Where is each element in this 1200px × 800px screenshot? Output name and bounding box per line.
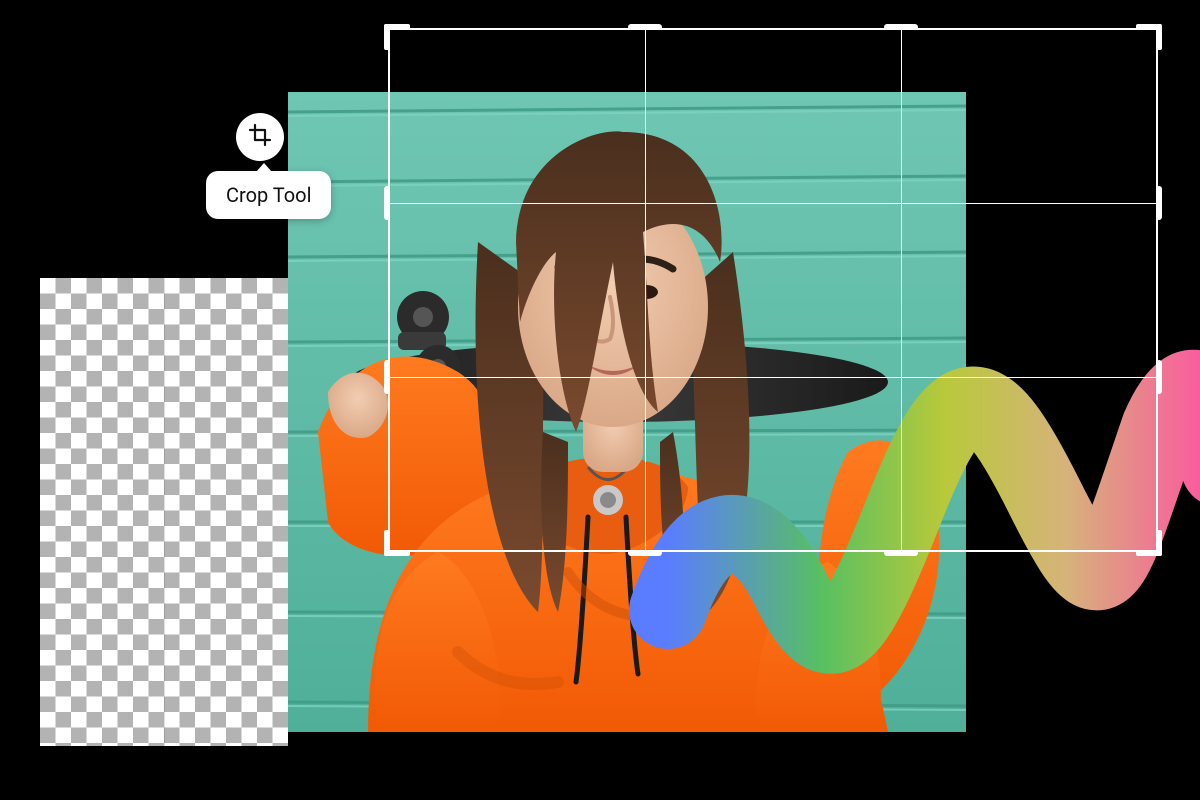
crop-grid-line: [645, 28, 646, 552]
transparency-checkerboard: [40, 278, 288, 746]
crop-handle-bottom[interactable]: [628, 550, 662, 556]
crop-handle-left[interactable]: [384, 186, 390, 220]
crop-grid-line: [388, 377, 1158, 378]
crop-border[interactable]: [388, 28, 1158, 552]
crop-handle-left[interactable]: [384, 360, 390, 394]
tooltip-label: Crop Tool: [226, 183, 311, 207]
crop-handle-top-left[interactable]: [384, 24, 410, 50]
crop-grid-line: [901, 28, 902, 552]
crop-handle-bottom-left[interactable]: [384, 530, 410, 556]
crop-tool-button[interactable]: [236, 113, 284, 161]
editor-stage: Crop Tool: [0, 0, 1200, 800]
crop-handle-bottom[interactable]: [884, 550, 918, 556]
crop-icon: [248, 123, 272, 151]
crop-grid-line: [388, 203, 1158, 204]
crop-handle-top-right[interactable]: [1136, 24, 1162, 50]
crop-frame[interactable]: [388, 28, 1158, 552]
crop-handle-top[interactable]: [884, 24, 918, 30]
crop-tool-tooltip: Crop Tool: [206, 171, 331, 219]
crop-handle-bottom-right[interactable]: [1136, 530, 1162, 556]
crop-handle-right[interactable]: [1156, 186, 1162, 220]
crop-handle-right[interactable]: [1156, 360, 1162, 394]
crop-handle-top[interactable]: [628, 24, 662, 30]
